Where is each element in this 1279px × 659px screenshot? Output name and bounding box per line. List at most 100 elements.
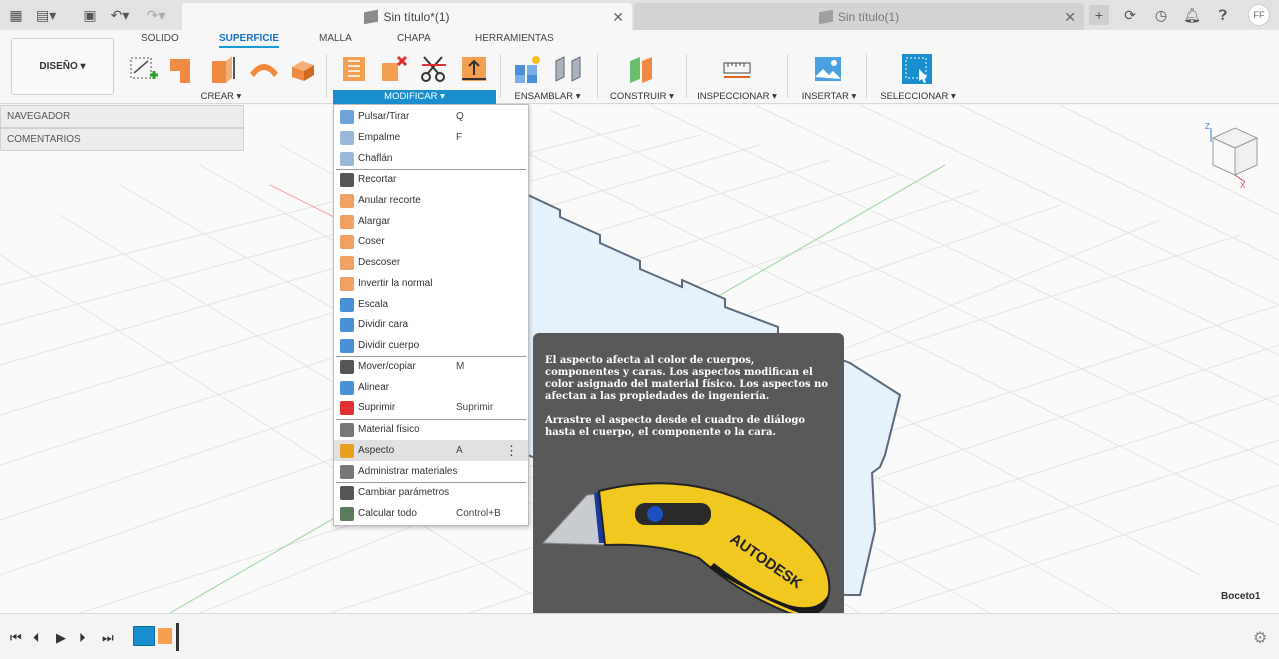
menu-item-icon [340, 464, 354, 479]
menu-item-dividir-cara[interactable]: Dividir cara [334, 314, 528, 335]
menu-item-pulsar-tirar[interactable]: Pulsar/Tirar Q [334, 106, 528, 127]
joint-icon[interactable] [552, 53, 584, 85]
menu-item-descoser[interactable]: Descoser [334, 252, 528, 273]
next-frame-icon[interactable]: ⏵︎ [79, 630, 86, 646]
sweep-icon[interactable] [248, 53, 280, 85]
create-sketch-icon[interactable] [128, 53, 160, 85]
play-icon[interactable]: ▶︎ [56, 630, 66, 646]
menu-item-aspecto[interactable]: Aspecto A ⋮ [334, 440, 528, 461]
new-component-icon[interactable] [512, 53, 544, 85]
undo-icon[interactable]: ↶▾ [110, 5, 130, 25]
menu-item-icon [340, 422, 354, 437]
menu-item-shortcut: A [456, 445, 463, 456]
settings-gear-icon[interactable]: ⚙︎ [1253, 628, 1267, 648]
menu-item-shortcut: Q [456, 111, 464, 122]
menu-item-suprimir[interactable]: Suprimir Suprimir [334, 397, 528, 418]
menu-item-icon [340, 172, 354, 187]
redo-icon[interactable]: ↷▾ [146, 5, 166, 25]
menu-item-material-físico[interactable]: Material físico [334, 419, 528, 440]
timeline-sketch-item[interactable] [133, 626, 155, 646]
tab-chapa[interactable]: CHAPA [397, 33, 431, 44]
menu-item-label: Material físico [358, 424, 420, 435]
user-avatar[interactable]: FF [1248, 4, 1270, 26]
menu-item-alargar[interactable]: Alargar [334, 211, 528, 232]
close-icon[interactable]: ✕ [612, 9, 624, 26]
menu-item-icon [340, 317, 354, 332]
menu-item-cambiar-parámetros[interactable]: Cambiar parámetros [334, 482, 528, 503]
menu-item-icon [340, 234, 354, 249]
last-frame-icon[interactable]: ⏭︎ [102, 630, 114, 646]
menu-item-coser[interactable]: Coser [334, 231, 528, 252]
navegador-panel[interactable]: NAVEGADOR [0, 105, 244, 128]
job-status-icon[interactable]: ◷ [1151, 5, 1171, 25]
timeline-marker[interactable] [176, 623, 179, 651]
menu-item-icon [340, 359, 354, 374]
group-seleccionar[interactable]: SELECCIONAR ▾ [876, 90, 960, 104]
first-frame-icon[interactable]: ⏮︎ [10, 630, 22, 646]
menu-item-invertir-la-normal[interactable]: Invertir la normal [334, 273, 528, 294]
menu-item-icon [340, 193, 354, 208]
tab-malla[interactable]: MALLA [319, 33, 352, 44]
trim-scissors-icon[interactable] [418, 53, 450, 85]
group-modificar[interactable]: MODIFICAR ▾ [333, 90, 496, 104]
menu-item-recortar[interactable]: Recortar [334, 169, 528, 190]
menu-item-label: Recortar [358, 174, 397, 185]
extend-icon[interactable] [458, 53, 490, 85]
close-icon[interactable]: ✕ [1064, 9, 1076, 26]
save-icon[interactable]: ▣ [80, 5, 100, 25]
group-construir[interactable]: CONSTRUIR ▾ [606, 90, 678, 104]
group-insertar[interactable]: INSERTAR ▾ [797, 90, 861, 104]
menu-item-anular-recorte[interactable]: Anular recorte [334, 190, 528, 211]
offset-plane-icon[interactable] [626, 53, 658, 85]
insert-image-icon[interactable] [812, 53, 844, 85]
file-menu-icon[interactable]: ▤▾ [36, 5, 56, 25]
menu-item-dividir-cuerpo[interactable]: Dividir cuerpo [334, 335, 528, 356]
help-icon[interactable]: ❓︎ [1213, 5, 1233, 25]
select-icon[interactable] [901, 53, 933, 85]
menu-item-empalme[interactable]: Empalme F [334, 127, 528, 148]
menu-item-label: Descoser [358, 257, 401, 268]
menu-separator [336, 169, 526, 170]
loft-icon[interactable] [288, 53, 320, 85]
timeline-bar: ⏮︎ ⏴︎ ▶︎ ⏵︎ ⏭︎ ⚙︎ [0, 613, 1279, 659]
extrude-icon[interactable] [168, 53, 200, 85]
tab-herramientas[interactable]: HERRAMIENTAS [475, 33, 554, 44]
tab-superficie[interactable]: SUPERFICIE [219, 33, 280, 48]
tab-active-document[interactable]: Sin título*(1) ✕ [182, 3, 632, 30]
menu-item-calcular-todo[interactable]: Calcular todo Control+B [334, 503, 528, 524]
previous-frame-icon[interactable]: ⏴︎ [33, 630, 40, 646]
tab-solido[interactable]: SOLIDO [141, 33, 179, 44]
grid-menu-icon[interactable]: ▦ [6, 5, 26, 25]
extensions-icon[interactable]: ⟳ [1120, 5, 1140, 25]
group-ensamblar[interactable]: ENSAMBLAR ▾ [509, 90, 586, 104]
notifications-icon[interactable]: 🔔︎ [1182, 5, 1202, 25]
press-pull-icon[interactable] [338, 53, 370, 85]
menu-item-chaflán[interactable]: Chaflán [334, 148, 528, 169]
workspace-selector[interactable]: DISEÑO ▾ [11, 38, 114, 95]
menu-item-mover-copiar[interactable]: Mover/copiar M [334, 356, 528, 377]
menu-separator [336, 356, 526, 357]
group-crear[interactable]: CREAR ▾ [196, 90, 246, 104]
more-options-icon[interactable]: ⋮ [505, 443, 518, 459]
menu-item-label: Aspecto [358, 445, 395, 456]
document-cube-icon [818, 9, 833, 24]
toolbar-ribbon: DISEÑO ▾ SOLIDO SUPERFICIE MALLA CHAPA H… [0, 30, 1279, 104]
title-bar: ▦ ▤▾ ▣ ↶▾ ↷▾ Sin título*(1) ✕ Sin título… [0, 0, 1279, 30]
document-cube-icon [364, 9, 379, 24]
ribbon-separator [500, 54, 501, 98]
menu-item-escala[interactable]: Escala [334, 294, 528, 315]
new-tab-icon[interactable]: + [1089, 5, 1109, 25]
tab-inactive-document[interactable]: Sin título(1) ✕ [634, 3, 1084, 30]
menu-item-icon [340, 276, 354, 291]
menu-item-alinear[interactable]: Alinear [334, 377, 528, 398]
timeline-feature-item[interactable] [158, 628, 172, 644]
menu-item-icon [340, 443, 354, 458]
comentarios-panel[interactable]: COMENTARIOS [0, 128, 244, 151]
menu-item-administrar-materiales[interactable]: Administrar materiales [334, 461, 528, 482]
measure-icon[interactable] [721, 53, 753, 85]
group-inspeccionar[interactable]: INSPECCIONAR ▾ [694, 90, 780, 104]
revolve-icon[interactable] [208, 53, 240, 85]
tooltip-description: El aspecto afecta al color de cuerpos, c… [545, 355, 829, 402]
viewcube-icon[interactable]: Z X [1203, 120, 1263, 190]
untrim-icon[interactable] [378, 53, 410, 85]
